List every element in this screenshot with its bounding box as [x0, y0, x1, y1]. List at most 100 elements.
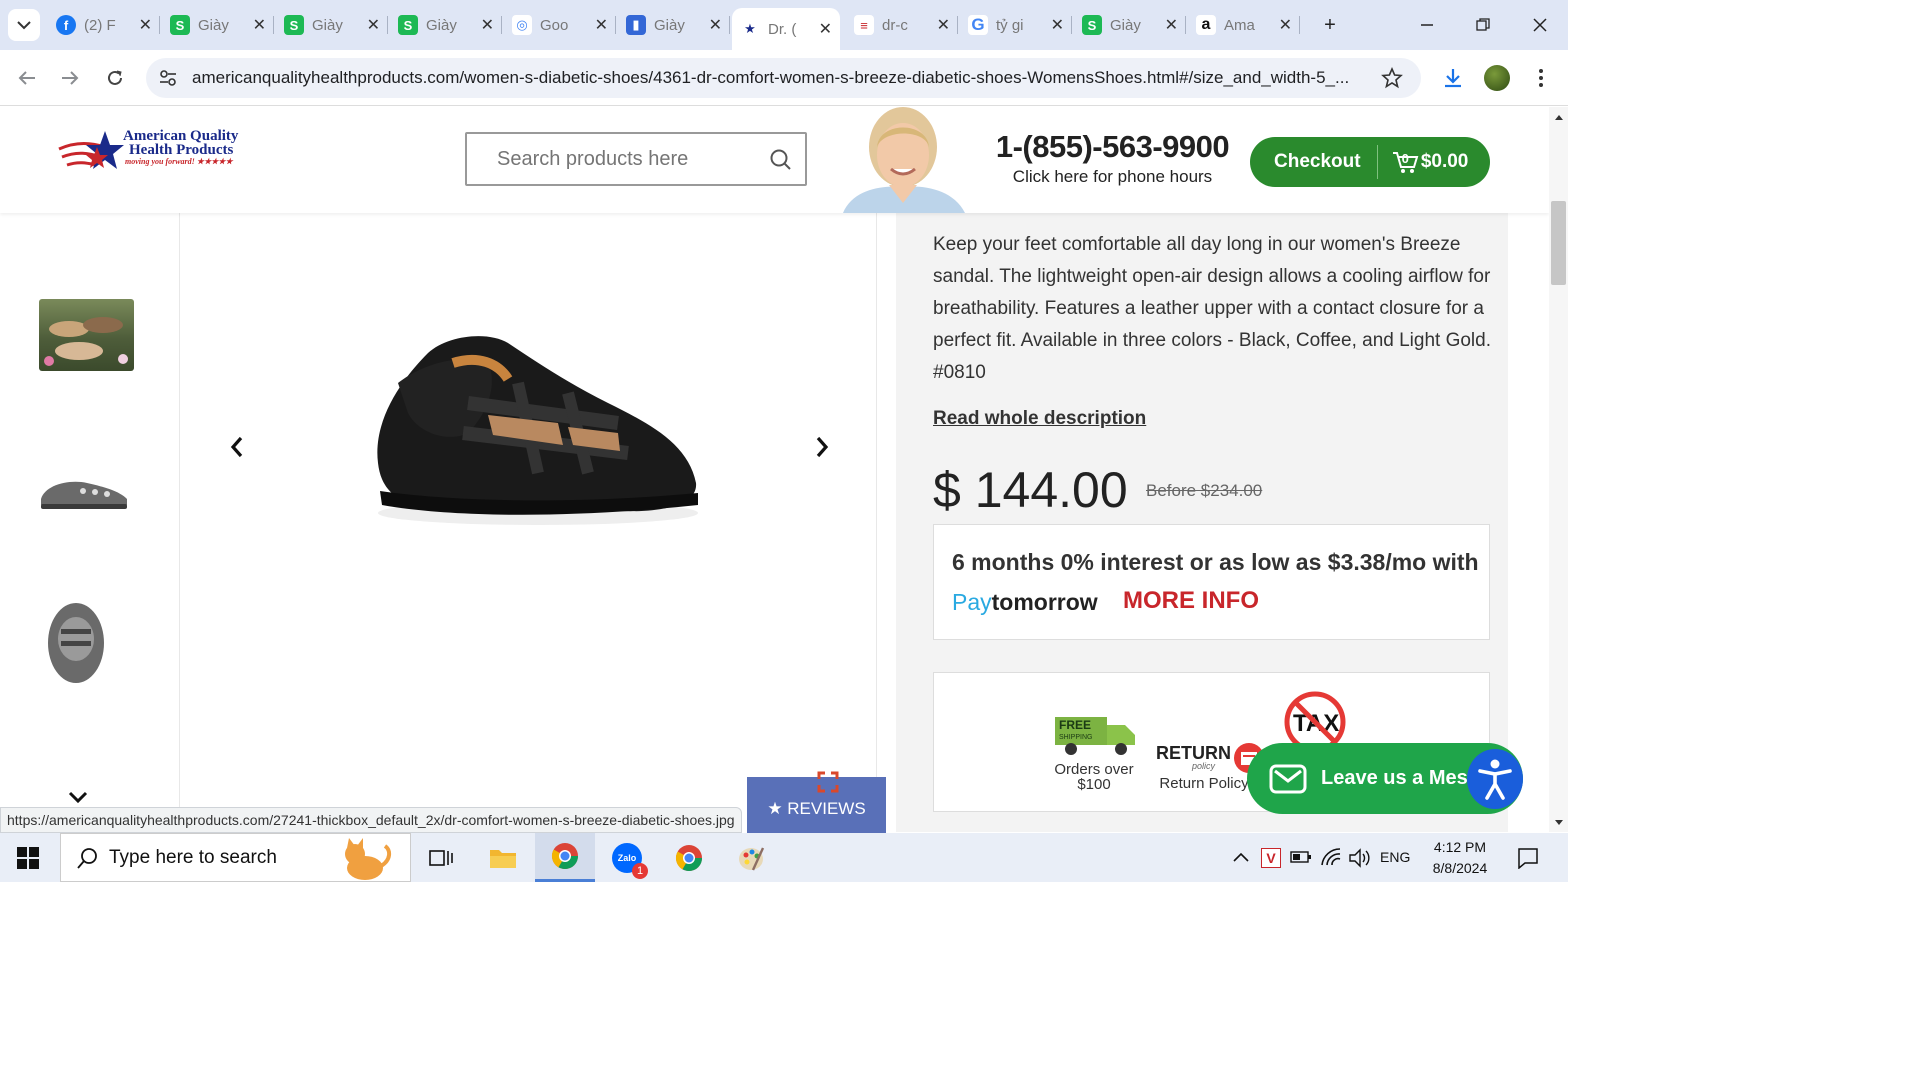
- tray-overflow-icon[interactable]: [1233, 851, 1249, 863]
- browser-menu-button[interactable]: [1527, 64, 1555, 92]
- close-icon: [1533, 18, 1547, 32]
- zalo-notification-badge: 1: [632, 862, 648, 879]
- paytomorrow-pay: Pay: [952, 589, 992, 615]
- s-app-icon: S: [398, 15, 418, 35]
- browser-tab[interactable]: S Giày ✕: [162, 8, 274, 42]
- tab-title: tỷ gi: [996, 16, 1024, 34]
- more-info-link[interactable]: MORE INFO: [1123, 587, 1259, 615]
- zalo-app[interactable]: Zalo 1: [597, 833, 657, 882]
- profile-avatar[interactable]: [1483, 64, 1511, 92]
- volume-icon[interactable]: [1348, 848, 1370, 868]
- free-shipping-sub: SHIPPING: [1059, 734, 1092, 741]
- address-bar[interactable]: americanqualityhealthproducts.com/women-…: [146, 58, 1421, 98]
- tab-close-icon[interactable]: ✕: [481, 15, 494, 35]
- taskbar-search[interactable]: Type here to search: [60, 833, 411, 882]
- browser-tab[interactable]: f (2) F ✕: [48, 8, 160, 42]
- thumbnail-lifestyle[interactable]: [39, 299, 134, 371]
- scroll-up-icon[interactable]: [1554, 113, 1564, 121]
- start-button[interactable]: [17, 847, 39, 874]
- tab-close-icon[interactable]: ✕: [709, 15, 722, 35]
- tab-close-icon[interactable]: ✕: [1165, 15, 1178, 35]
- return-policy-badge[interactable]: RETURN policy Return Policy: [1154, 739, 1264, 792]
- previous-image-icon[interactable]: [228, 435, 246, 459]
- reviews-tab[interactable]: ★ REVIEWS: [747, 771, 886, 833]
- tab-close-icon[interactable]: ✕: [1051, 15, 1064, 35]
- chevron-down-icon: [17, 21, 31, 30]
- scroll-down-icon[interactable]: [1554, 819, 1564, 827]
- reviews-label: ★ REVIEWS: [767, 799, 866, 818]
- notifications-icon[interactable]: [1517, 847, 1539, 869]
- thumbnail-front[interactable]: [39, 599, 134, 683]
- browser-tab-strip: f (2) F ✕ S Giày ✕ S Giày ✕ S Giày ✕ ◎ Goo ✕ ▮ Giày ✕ ★ Dr.…: [0, 0, 1568, 50]
- next-image-icon[interactable]: [813, 435, 831, 459]
- browser-tab[interactable]: ◎ Goo ✕: [504, 8, 616, 42]
- tab-search-button[interactable]: [8, 9, 40, 41]
- logo-star-icon: [58, 131, 124, 169]
- taskbar-search-placeholder: Type here to search: [109, 846, 277, 868]
- tab-close-icon[interactable]: ✕: [139, 15, 152, 35]
- arrow-left-icon: [18, 71, 35, 85]
- shoe-image[interactable]: [368, 323, 703, 533]
- tab-close-icon[interactable]: ✕: [595, 15, 608, 35]
- read-description-link[interactable]: Read whole description: [933, 408, 1146, 430]
- thumbnails-scroll-down-icon[interactable]: [68, 791, 88, 805]
- browser-tab[interactable]: S Giày ✕: [390, 8, 502, 42]
- site-logo[interactable]: American Quality Health Products moving …: [57, 125, 247, 177]
- browser-tab[interactable]: Gtỷ gi ✕: [960, 8, 1072, 42]
- tab-close-icon[interactable]: ✕: [937, 15, 950, 35]
- tab-close-icon[interactable]: ✕: [1279, 15, 1292, 35]
- browser-tab[interactable]: a Ama ✕: [1188, 8, 1300, 42]
- phone-hours-link[interactable]: Click here for phone hours: [985, 167, 1240, 187]
- browser-tab[interactable]: S Giày ✕: [1074, 8, 1186, 42]
- thumbnail-side[interactable]: [39, 457, 134, 529]
- bookmark-star-icon[interactable]: [1381, 66, 1403, 94]
- downloads-button[interactable]: [1439, 64, 1467, 92]
- new-tab-button[interactable]: +: [1315, 10, 1345, 40]
- browser-tab[interactable]: S Giày ✕: [276, 8, 388, 42]
- browser-tab[interactable]: ▮ Giày ✕: [618, 8, 730, 42]
- search-icon[interactable]: [769, 148, 793, 172]
- s-app-icon: S: [170, 15, 190, 35]
- tab-close-icon[interactable]: ✕: [367, 15, 380, 35]
- tab-close-icon[interactable]: ✕: [253, 15, 266, 35]
- tab-close-icon[interactable]: ✕: [819, 19, 832, 39]
- battery-icon[interactable]: [1290, 850, 1312, 864]
- phone-contact[interactable]: 1-(855)-563-9900 Click here for phone ho…: [985, 129, 1240, 187]
- cart-summary[interactable]: 0 $0.00: [1392, 150, 1468, 174]
- restore-button[interactable]: [1468, 10, 1498, 40]
- palette-icon: [739, 847, 765, 870]
- product-description: Keep your feet comfortable all day long …: [933, 234, 1491, 383]
- search-input[interactable]: [497, 147, 757, 171]
- checkout-label: Checkout: [1274, 151, 1361, 172]
- wifi-icon[interactable]: [1320, 847, 1342, 867]
- task-view-button[interactable]: [411, 833, 471, 882]
- paint-app[interactable]: [721, 833, 781, 882]
- scrollbar-thumb[interactable]: [1551, 201, 1566, 285]
- site-info-icon[interactable]: [158, 68, 178, 93]
- forward-button[interactable]: [56, 64, 84, 92]
- download-icon: [1445, 69, 1461, 88]
- expand-icon[interactable]: [817, 771, 839, 793]
- accessibility-button[interactable]: [1467, 749, 1523, 809]
- free-shipping-badge: FREE SHIPPING Orders over $100: [1046, 707, 1142, 793]
- back-button[interactable]: [13, 64, 41, 92]
- reload-button[interactable]: [101, 64, 129, 92]
- close-window-button[interactable]: [1525, 10, 1555, 40]
- facebook-icon: f: [56, 15, 76, 35]
- tab-title: Giày: [654, 16, 685, 34]
- input-language[interactable]: ENG: [1380, 849, 1410, 865]
- browser-tab[interactable]: ★ Dr. (✕: [732, 8, 840, 50]
- chrome-app-active[interactable]: [535, 833, 595, 882]
- task-view-icon: [429, 849, 453, 866]
- chrome-icon: [551, 843, 579, 870]
- vpn-tray-icon[interactable]: V: [1261, 848, 1281, 868]
- checkout-button[interactable]: Checkout 0 $0.00: [1250, 137, 1490, 187]
- chrome-profile-app[interactable]: [659, 833, 719, 882]
- page-scrollbar[interactable]: [1549, 107, 1568, 832]
- chrome-icon: [675, 844, 703, 871]
- minimize-button[interactable]: [1412, 10, 1442, 40]
- file-explorer-app[interactable]: [473, 833, 533, 882]
- paytomorrow-rest: tomorrow: [991, 589, 1098, 615]
- browser-tab[interactable]: ≡ dr-c ✕: [846, 8, 958, 42]
- system-clock[interactable]: 4:12 PM 8/8/2024: [1425, 837, 1495, 879]
